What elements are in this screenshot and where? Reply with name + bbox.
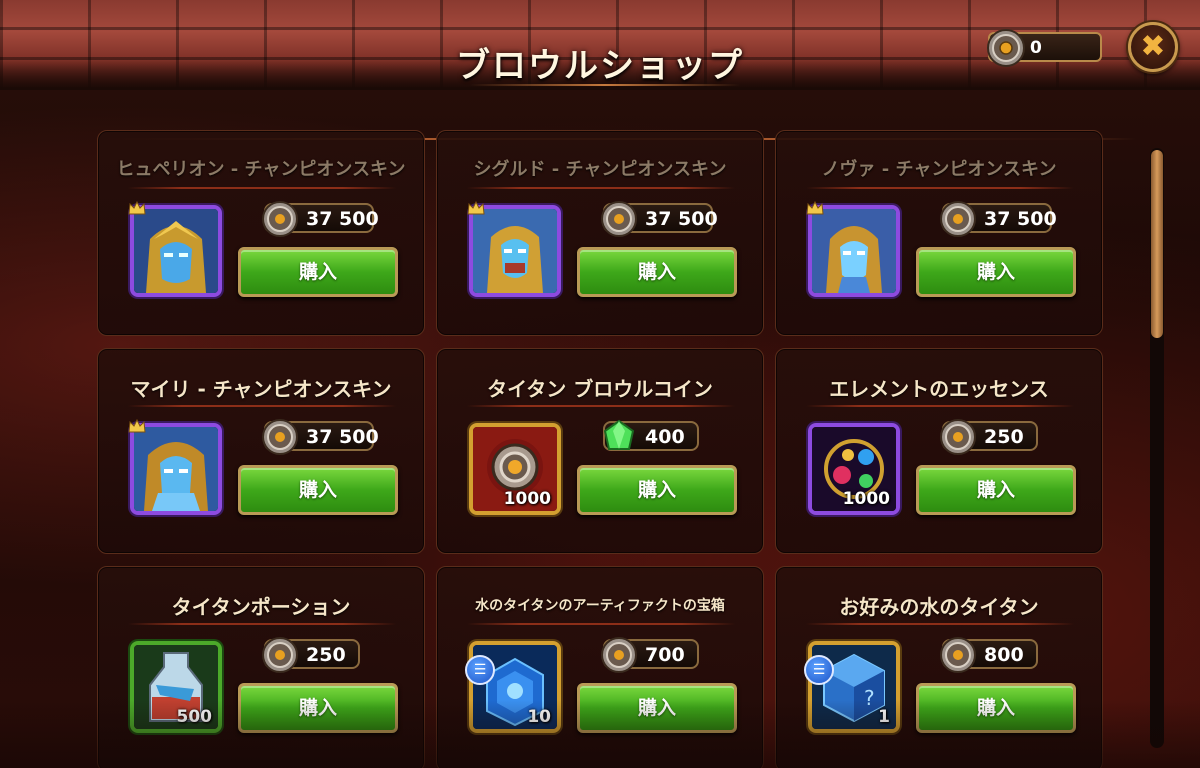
buy-button[interactable]: 購入: [577, 247, 737, 297]
crown-icon: [128, 419, 146, 433]
item-name: 水のタイタンのアーティファクトの宝箱: [475, 598, 725, 614]
item-quantity: 500: [176, 707, 213, 727]
price-value: 250: [984, 426, 1024, 448]
brawl-coin-icon: [262, 201, 298, 237]
item-quantity: 1000: [842, 489, 890, 509]
price-tag: 37 500: [940, 201, 1057, 237]
buy-button[interactable]: 購入: [238, 465, 398, 515]
item-name: ノヴァ - チャンピオンスキン: [821, 159, 1057, 180]
buy-button[interactable]: 購入: [238, 247, 398, 297]
shop-item-card: マイリ - チャンピオンスキン 37 500 購入: [97, 348, 425, 554]
card-divider: [467, 405, 735, 407]
crown-icon: [128, 201, 146, 215]
hero-portrait-icon: [473, 209, 557, 293]
shop-item-card: タイタン ブロウルコイン 1000 400 購入: [436, 348, 764, 554]
item-name: シグルド - チャンピオンスキン: [473, 159, 727, 180]
buy-button[interactable]: 購入: [577, 465, 737, 515]
buy-button[interactable]: 購入: [916, 465, 1076, 515]
crown-icon: [467, 201, 485, 215]
item-name: エレメントのエッセンス: [829, 377, 1049, 401]
brawl-coin-bundle-image[interactable]: 1000: [469, 423, 561, 515]
buy-button[interactable]: 購入: [577, 683, 737, 733]
buy-button[interactable]: 購入: [916, 247, 1076, 297]
brawl-coin-icon: [601, 201, 637, 237]
champion-skin-image[interactable]: [469, 205, 561, 297]
price-value: 700: [645, 644, 685, 666]
titan-potion-image[interactable]: 500: [130, 641, 222, 733]
card-divider: [128, 187, 396, 189]
buy-button[interactable]: 購入: [916, 683, 1076, 733]
champion-skin-image[interactable]: [130, 205, 222, 297]
price-value: 250: [306, 644, 346, 666]
crown-icon: [806, 201, 824, 215]
price-tag: 400: [603, 419, 699, 451]
card-divider: [128, 623, 396, 625]
card-divider: [467, 187, 735, 189]
shop-item-card: ノヴァ - チャンピオンスキン 37 500 購入: [775, 130, 1103, 336]
scrollbar-thumb[interactable]: [1151, 150, 1163, 338]
brawl-coin-icon: [940, 419, 976, 455]
buy-button[interactable]: 購入: [238, 683, 398, 733]
item-name: タイタン ブロウルコイン: [487, 377, 713, 401]
card-divider: [806, 187, 1074, 189]
champion-skin-image[interactable]: [808, 205, 900, 297]
shop-item-card: タイタンポーション 500 250 購入: [97, 566, 425, 768]
shop-item-card: お好みの水のタイタン ☰ ? 1 800 購入: [775, 566, 1103, 768]
shop-item-card: ヒュペリオン - チャンピオンスキン 37 500 購入: [97, 130, 425, 336]
price-value: 37 500: [645, 208, 718, 230]
item-name: タイタンポーション: [171, 595, 351, 619]
brawl-coin-icon: [940, 201, 976, 237]
price-tag: 250: [262, 637, 360, 673]
currency-balance: 0: [987, 29, 1102, 67]
price-value: 400: [645, 426, 685, 448]
brawl-coin-icon: [940, 637, 976, 673]
close-icon: ✖: [1140, 29, 1166, 64]
brawl-coin-icon: [262, 637, 298, 673]
price-tag: 250: [940, 419, 1038, 455]
brawl-coin-icon: [262, 419, 298, 455]
price-value: 37 500: [306, 208, 379, 230]
close-button[interactable]: ✖: [1128, 22, 1178, 72]
card-divider: [467, 623, 735, 625]
card-divider: [806, 405, 1074, 407]
hero-portrait-icon: [134, 427, 218, 511]
currency-balance-value: 0: [1030, 38, 1042, 58]
title-underline: [470, 84, 740, 86]
list-info-icon[interactable]: ☰: [804, 655, 834, 685]
price-tag: 37 500: [262, 419, 379, 455]
element-essence-image[interactable]: 1000: [808, 423, 900, 515]
brawl-shop-screen: ブロウルショップ 0 ✖ ヒュペリオン - チャンピオンスキン 37 500 購…: [0, 0, 1200, 768]
price-value: 37 500: [306, 426, 379, 448]
brawl-coin-icon: [987, 29, 1025, 67]
item-name: お好みの水のタイタン: [839, 595, 1039, 619]
item-quantity: 1000: [503, 489, 551, 509]
price-value: 800: [984, 644, 1024, 666]
shop-item-card: シグルド - チャンピオンスキン 37 500 購入: [436, 130, 764, 336]
shop-item-card: エレメントのエッセンス 1000 250 購入: [775, 348, 1103, 554]
list-info-icon[interactable]: ☰: [465, 655, 495, 685]
item-quantity: 1: [878, 707, 890, 727]
price-tag: 37 500: [601, 201, 718, 237]
card-divider: [128, 405, 396, 407]
svg-text:?: ?: [864, 686, 875, 710]
item-quantity: 10: [527, 707, 551, 727]
emerald-icon: [603, 419, 635, 450]
price-tag: 37 500: [262, 201, 379, 237]
shop-item-card: 水のタイタンのアーティファクトの宝箱 ☰ 10 700 購入: [436, 566, 764, 768]
price-value: 37 500: [984, 208, 1057, 230]
champion-skin-image[interactable]: [130, 423, 222, 515]
price-tag: 800: [940, 637, 1038, 673]
hero-portrait-icon: [812, 209, 896, 293]
brawl-coin-icon: [601, 637, 637, 673]
card-divider: [806, 623, 1074, 625]
hero-portrait-icon: [134, 209, 218, 293]
item-name: ヒュペリオン - チャンピオンスキン: [116, 159, 406, 180]
item-name: マイリ - チャンピオンスキン: [130, 377, 392, 401]
price-tag: 700: [601, 637, 699, 673]
